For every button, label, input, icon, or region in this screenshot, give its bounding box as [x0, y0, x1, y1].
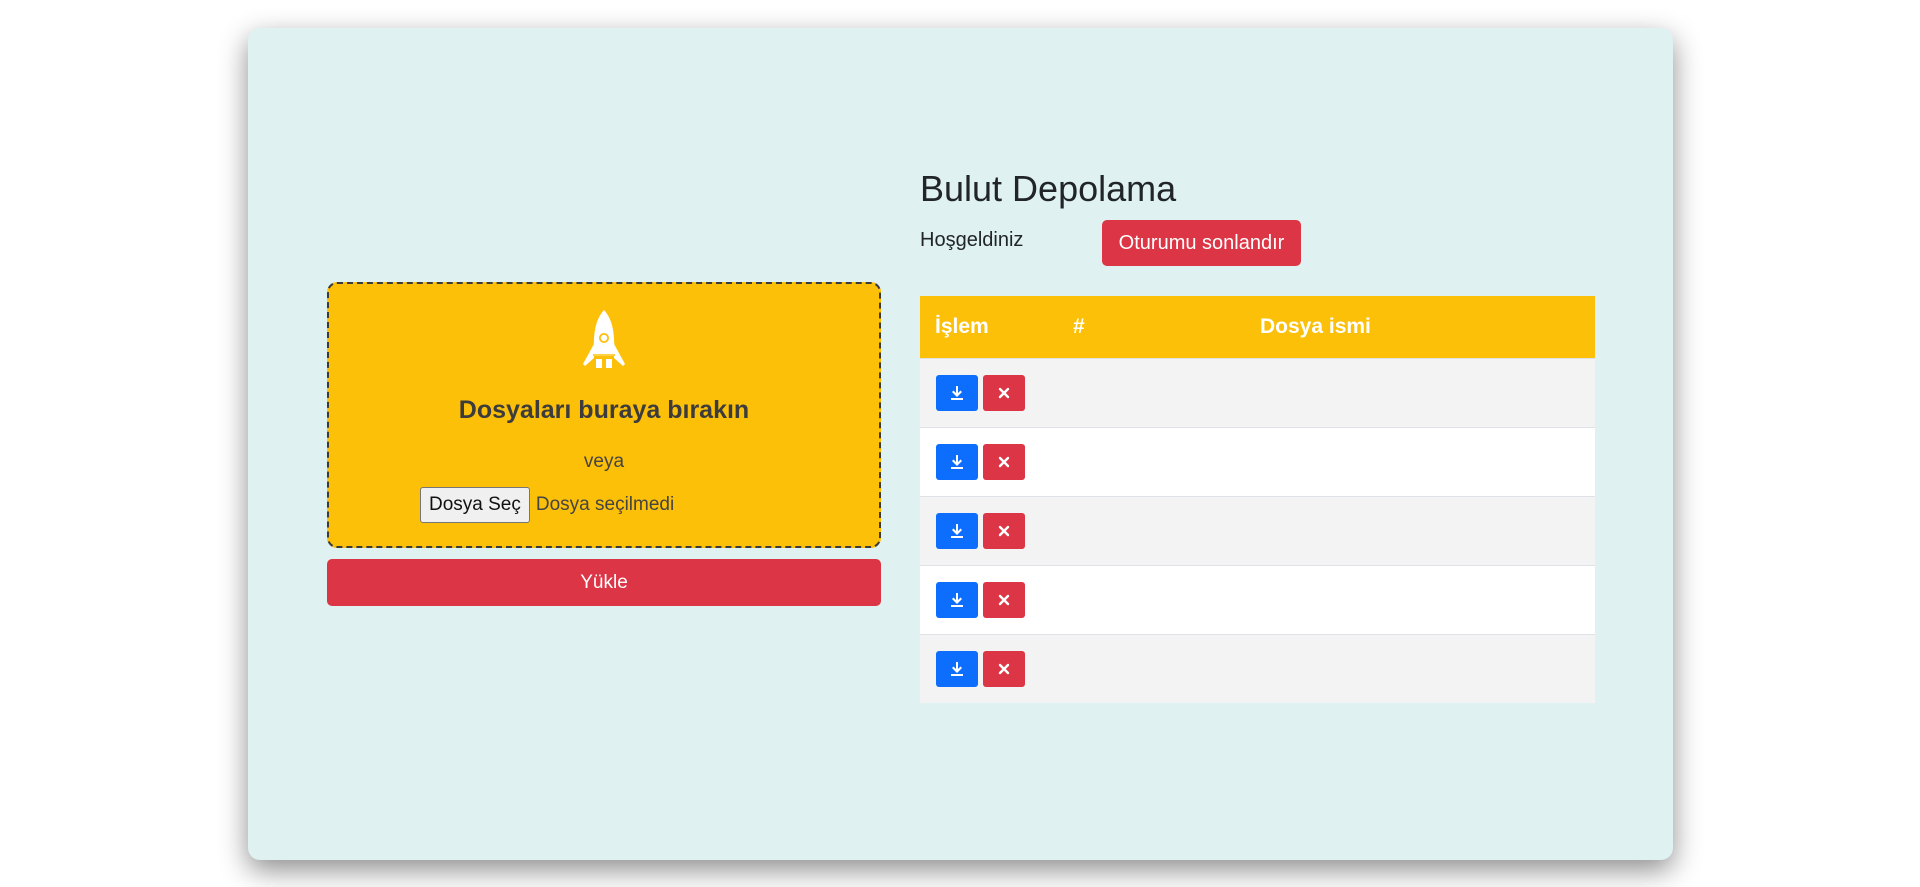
page-title: Bulut Depolama: [920, 168, 1177, 209]
download-button[interactable]: [936, 651, 978, 687]
choose-file-button[interactable]: Dosya Seç: [420, 487, 530, 523]
table-row: [920, 427, 1595, 496]
download-button[interactable]: [936, 513, 978, 549]
column-header-filename: Dosya ismi: [1260, 315, 1371, 338]
delete-button[interactable]: [983, 375, 1025, 411]
download-button[interactable]: [936, 582, 978, 618]
table-header: İşlem # Dosya ismi: [920, 296, 1595, 358]
delete-button[interactable]: [983, 651, 1025, 687]
download-icon: [951, 455, 963, 469]
file-input[interactable]: Dosya Seç Dosya seçilmedi: [420, 487, 674, 523]
download-button[interactable]: [936, 375, 978, 411]
rocket-icon: [583, 310, 625, 368]
download-icon: [951, 593, 963, 607]
upload-button[interactable]: Yükle: [327, 559, 881, 606]
table-row: [920, 565, 1595, 634]
download-button[interactable]: [936, 444, 978, 480]
welcome-text: Hoşgeldiniz: [920, 229, 1024, 251]
close-icon: [998, 456, 1010, 468]
close-icon: [998, 663, 1010, 675]
column-header-action: İşlem: [935, 315, 989, 338]
close-icon: [998, 387, 1010, 399]
download-icon: [951, 662, 963, 676]
dropzone-or-text: veya: [583, 451, 625, 472]
close-icon: [998, 525, 1010, 537]
delete-button[interactable]: [983, 513, 1025, 549]
logout-button[interactable]: Oturumu sonlandır: [1102, 220, 1301, 266]
dropzone-title: Dosyaları buraya bırakın: [458, 396, 750, 424]
close-icon: [998, 594, 1010, 606]
download-icon: [951, 524, 963, 538]
main-card: Dosyaları buraya bırakın veya Dosya Seç …: [248, 28, 1673, 860]
file-dropzone[interactable]: Dosyaları buraya bırakın veya Dosya Seç …: [327, 282, 881, 548]
table-row: [920, 496, 1595, 565]
column-header-number: #: [1073, 315, 1085, 338]
table-row: [920, 358, 1595, 427]
delete-button[interactable]: [983, 444, 1025, 480]
table-row: [920, 634, 1595, 703]
download-icon: [951, 386, 963, 400]
delete-button[interactable]: [983, 582, 1025, 618]
file-table: İşlem # Dosya ismi: [920, 296, 1595, 703]
file-status-text: Dosya seçilmedi: [535, 494, 675, 515]
